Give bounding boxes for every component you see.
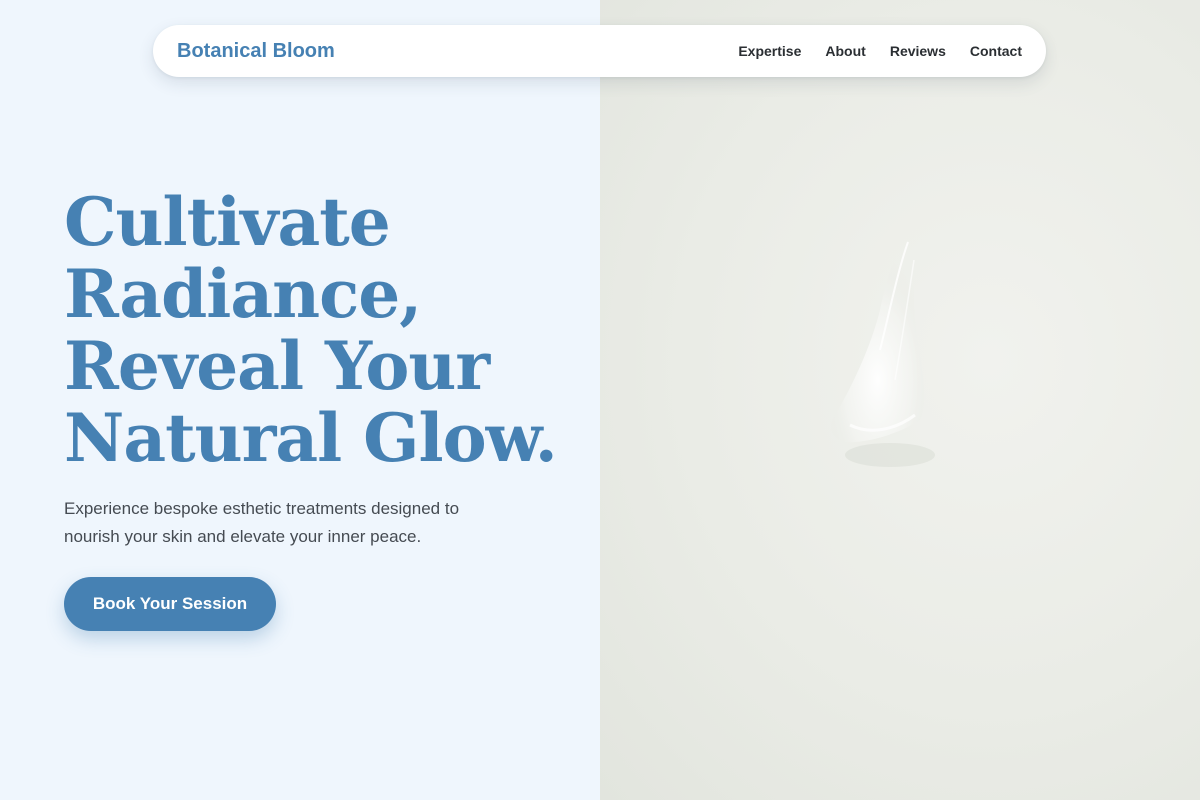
- nav-links: Expertise About Reviews Contact: [738, 43, 1022, 59]
- top-navbar: Botanical Bloom Expertise About Reviews …: [153, 25, 1046, 77]
- book-session-button[interactable]: Book Your Session: [64, 577, 276, 631]
- nav-link-reviews[interactable]: Reviews: [890, 43, 946, 59]
- nav-link-about[interactable]: About: [825, 43, 865, 59]
- cream-swatch-image: [831, 235, 935, 467]
- hero-title: Cultivate Radiance, Reveal Your Natural …: [64, 186, 584, 474]
- hero-left-panel: Cultivate Radiance, Reveal Your Natural …: [0, 0, 600, 800]
- nav-link-expertise[interactable]: Expertise: [738, 43, 801, 59]
- hero-title-line: Radiance,: [64, 255, 422, 333]
- hero-image: [600, 0, 1200, 800]
- nav-link-contact[interactable]: Contact: [970, 43, 1022, 59]
- hero-subtitle: Experience bespoke esthetic treatments d…: [64, 499, 460, 546]
- landing-page: Cultivate Radiance, Reveal Your Natural …: [0, 0, 1200, 800]
- brand-logo[interactable]: Botanical Bloom: [177, 40, 335, 63]
- hero-title-line: Cultivate: [64, 183, 391, 261]
- hero-title-line: Natural Glow.: [64, 399, 558, 477]
- hero-title-line: Reveal Your: [64, 327, 490, 405]
